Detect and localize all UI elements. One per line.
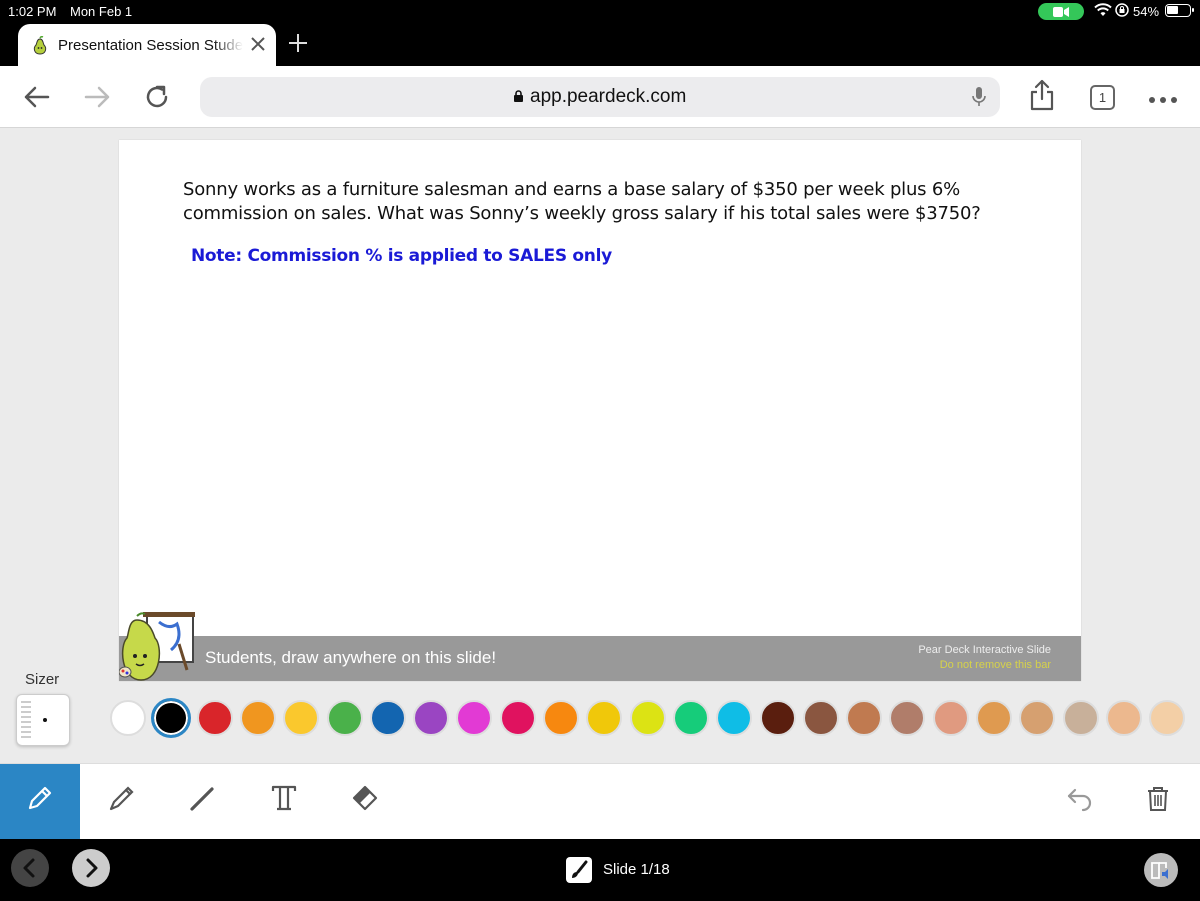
more-options-icon[interactable] — [1148, 92, 1178, 103]
immersive-reader-icon — [1151, 862, 1168, 879]
line-tool-button[interactable] — [162, 764, 242, 840]
immersive-reader-button[interactable] — [1144, 853, 1178, 887]
color-swatch[interactable] — [759, 700, 796, 736]
slide-nav-bar: Slide 1/18 — [0, 839, 1200, 901]
drawing-slide-icon — [566, 857, 592, 883]
pear-deck-slide-label: Pear Deck Interactive Slide — [918, 644, 1051, 656]
color-swatch[interactable] — [586, 700, 623, 736]
battery-icon — [1165, 4, 1194, 17]
close-tab-icon[interactable] — [248, 34, 268, 54]
color-swatch[interactable] — [1019, 700, 1056, 736]
lock-icon — [513, 90, 524, 108]
color-swatch[interactable] — [326, 700, 363, 736]
color-swatch[interactable] — [932, 700, 969, 736]
text-icon — [271, 785, 297, 811]
status-bar: 1:02 PM Mon Feb 1 54% — [0, 0, 1200, 22]
pen-size-control[interactable] — [16, 694, 70, 746]
previous-slide-button[interactable] — [11, 849, 49, 887]
marker-icon — [109, 786, 134, 811]
color-swatch[interactable] — [543, 700, 579, 736]
url-text: app.peardeck.com — [530, 86, 687, 107]
sizer-label: Sizer — [25, 671, 60, 688]
next-slide-button[interactable] — [72, 849, 110, 887]
reload-icon[interactable] — [142, 82, 172, 112]
delete-button[interactable] — [1118, 764, 1198, 840]
tab-overview-button[interactable]: 1 — [1090, 85, 1115, 110]
color-swatch[interactable] — [846, 700, 883, 736]
tab-strip: Presentation Session Student — [0, 22, 1200, 66]
question-text: Sonny works as a furniture salesman and … — [183, 179, 981, 224]
pear-favicon-icon — [32, 35, 48, 61]
color-swatch[interactable] — [239, 700, 276, 736]
orientation-lock-icon — [1115, 3, 1129, 20]
line-icon — [190, 787, 214, 811]
color-swatch[interactable] — [151, 698, 192, 738]
color-palette — [108, 698, 1200, 738]
color-swatch[interactable] — [369, 700, 406, 736]
draw-instruction-bar: Students, draw anywhere on this slide! P… — [119, 636, 1081, 681]
browser-tab[interactable]: Presentation Session Student — [18, 24, 276, 66]
color-swatch[interactable] — [976, 700, 1012, 736]
color-swatch[interactable] — [1105, 700, 1142, 736]
size-scale-icon — [21, 701, 31, 738]
color-swatch[interactable] — [110, 700, 146, 736]
status-time: 1:02 PM — [8, 4, 57, 19]
pear-deck-slide-sublabel: Do not remove this bar — [939, 659, 1051, 671]
chevron-right-icon — [86, 858, 98, 878]
color-swatch[interactable] — [889, 700, 926, 736]
color-swatch[interactable] — [456, 700, 493, 736]
forward-arrow-icon[interactable] — [82, 82, 112, 112]
status-date: Mon Feb 1 — [70, 4, 133, 19]
pear-painter-mascot-icon — [118, 610, 199, 687]
undo-icon — [1067, 788, 1092, 812]
undo-button[interactable] — [1040, 764, 1120, 840]
battery-percent: 54% — [1133, 4, 1160, 19]
share-icon[interactable] — [1028, 79, 1058, 111]
marker-tool-button[interactable] — [81, 764, 161, 840]
draw-instruction-text: Students, draw anywhere on this slide! — [205, 648, 497, 667]
pencil-icon — [28, 786, 52, 810]
color-swatch[interactable] — [1062, 700, 1099, 736]
color-swatch[interactable] — [1149, 700, 1186, 736]
tab-title: Presentation Session Student — [58, 37, 243, 54]
note-text: Note: Commission % is applied to SALES o… — [191, 246, 612, 266]
back-arrow-icon[interactable] — [22, 82, 52, 112]
slide-counter: Slide 1/18 — [603, 861, 670, 878]
wifi-icon — [1094, 3, 1112, 20]
drawing-toolbar — [0, 763, 1200, 840]
pen-tool-button[interactable] — [0, 764, 80, 840]
color-swatch[interactable] — [672, 700, 709, 736]
eraser-icon — [352, 785, 378, 811]
pen-size-dot — [43, 718, 47, 722]
color-swatch[interactable] — [283, 700, 320, 736]
color-swatch[interactable] — [802, 700, 839, 736]
new-tab-icon[interactable] — [287, 32, 309, 54]
eraser-tool-button[interactable] — [325, 764, 405, 840]
color-swatch[interactable] — [196, 700, 233, 736]
address-bar[interactable]: app.peardeck.com — [200, 77, 1000, 117]
slide-canvas[interactable]: Sonny works as a furniture salesman and … — [118, 140, 1081, 681]
color-swatch[interactable] — [413, 700, 450, 736]
microphone-icon[interactable] — [971, 85, 987, 114]
color-swatch[interactable] — [629, 700, 666, 736]
color-swatch[interactable] — [716, 700, 753, 736]
browser-toolbar: app.peardeck.com 1 — [0, 66, 1200, 128]
text-tool-button[interactable] — [244, 764, 324, 840]
facetime-indicator — [1038, 3, 1084, 20]
chevron-left-icon — [23, 858, 35, 878]
trash-icon — [1148, 787, 1168, 811]
color-swatch[interactable] — [499, 700, 536, 736]
